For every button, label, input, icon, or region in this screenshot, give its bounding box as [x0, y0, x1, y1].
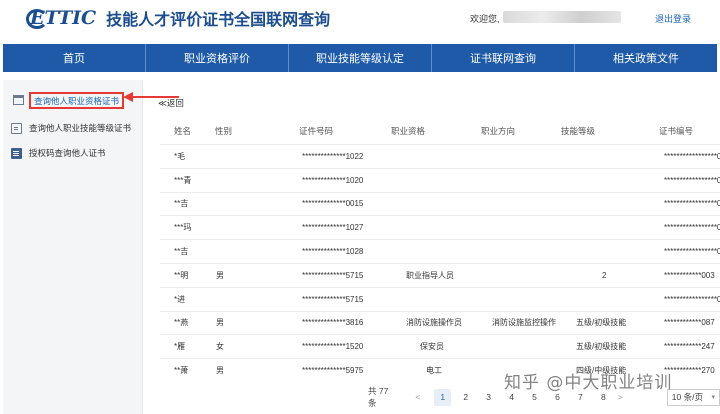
col-certificate-number: 证书编号 [659, 126, 694, 136]
chevron-down-icon: ▾ [711, 394, 716, 401]
cell-id-number: **************5715 [302, 294, 364, 304]
cell-id-number: **************0015 [302, 199, 364, 209]
total-count: 共 77 条 [368, 386, 389, 408]
next-page-button[interactable]: > [618, 392, 623, 402]
cell-qualification: 职业指导人员 [406, 270, 454, 280]
cell-id-number: **************1028 [302, 247, 364, 257]
cell-id-number: **************1020 [302, 175, 364, 185]
welcome-text: 欢迎您, [470, 14, 500, 24]
table-row[interactable]: *进 **************5715 *****************0 [160, 286, 720, 311]
cell-direction: 消防设施监控操作 [492, 318, 556, 328]
table-row[interactable]: **明 男 **************5715 职业指导人员 2 ******… [160, 262, 720, 287]
cell-name: *进 [174, 294, 186, 304]
cell-name: **燕 [174, 318, 189, 328]
cell-name: **吉 [174, 247, 189, 257]
cell-gender: 女 [216, 342, 224, 352]
cell-certificate-number: *****************0 [664, 199, 720, 209]
page-size-value: 10 条/页 [671, 392, 703, 402]
cell-certificate-number: *****************0 [664, 151, 720, 161]
main-nav: 首页 职业资格评价 职业技能等级认定 证书联网查询 相关政策文件 [3, 44, 717, 72]
page-2[interactable]: 2 [457, 389, 474, 406]
col-gender: 性别 [215, 126, 233, 136]
header: ETTIC 技能人才评价证书全国联网查询 欢迎您, 退出登录 [0, 0, 720, 40]
table-row[interactable]: ***青 **************1020 ****************… [160, 167, 720, 192]
page-3[interactable]: 3 [480, 389, 497, 406]
logo-mark: ETTIC [26, 7, 96, 29]
cell-id-number: **************1520 [302, 342, 364, 352]
nav-skill-level-recognition[interactable]: 职业技能等级认定 [289, 44, 432, 72]
col-skill-level: 技能等级 [561, 126, 596, 136]
cell-gender: 男 [216, 270, 224, 280]
sidebar-item-query-qualification[interactable]: 查询他人职业资格证书 [29, 92, 125, 109]
col-id-number: 证件号码 [299, 126, 334, 136]
cell-gender: 男 [216, 318, 224, 328]
col-qualification: 职业资格 [391, 126, 426, 136]
document-icon [11, 147, 22, 159]
nav-home[interactable]: 首页 [3, 44, 146, 72]
table-row[interactable]: **燕 男 **************3816 消防设施操作员 消防设施监控操… [160, 310, 720, 335]
table-header: 姓名 性别 证件号码 职业资格 职业方向 技能等级 证书编号 [160, 118, 720, 144]
cell-name: **明 [174, 270, 189, 280]
sidebar-item-label: 查询他人职业资格证书 [34, 95, 120, 106]
back-link[interactable]: ≪返回 [158, 97, 184, 109]
prev-page-button[interactable]: < [415, 392, 420, 402]
table-row[interactable]: *雁 女 **************1520 保安员 五级/初级技能 ****… [160, 334, 720, 358]
cell-name: ***玛 [174, 223, 192, 233]
cell-certificate-number: *****************0 [664, 223, 720, 233]
sidebar: 查询他人职业资格证书 查询他人职业技能等级证书 授权码查询他人证书 [3, 80, 143, 414]
cell-qualification: 电工 [426, 366, 442, 376]
sidebar-item-label: 授权码查询他人证书 [29, 148, 106, 158]
nav-qualification-evaluation[interactable]: 职业资格评价 [146, 44, 289, 72]
cell-id-number: **************1027 [302, 223, 364, 233]
cell-certificate-number: *****************0 [664, 294, 720, 304]
logo[interactable]: ETTIC 技能人才评价证书全国联网查询 [26, 6, 331, 30]
cell-gender: 男 [216, 366, 224, 376]
folder-icon [13, 95, 24, 105]
col-direction: 职业方向 [481, 126, 516, 136]
cell-id-number: **************5715 [302, 270, 364, 280]
table-row[interactable]: ***玛 **************1027 ****************… [160, 215, 720, 239]
watermark: 知乎 @中大职业培训 [504, 373, 673, 393]
page-size-select[interactable]: 10 条/页 ▾ [666, 388, 720, 406]
cell-certificate-number: ************247 [664, 342, 715, 352]
nav-certificate-query[interactable]: 证书联网查询 [432, 44, 575, 72]
cell-name: *毛 [174, 151, 186, 161]
sidebar-item-auth-code-query[interactable]: 授权码查询他人证书 [11, 144, 106, 162]
user-name-blurred [503, 11, 621, 23]
site-title: 技能人才评价证书全国联网查询 [106, 10, 331, 29]
cell-certificate-number: *****************0 [664, 247, 720, 257]
table-row[interactable]: **吉 **************0015 *****************… [160, 191, 720, 216]
cell-qualification: 保安员 [420, 342, 444, 352]
cell-certificate-number: ************087 [664, 318, 715, 328]
cell-name: *雁 [174, 342, 186, 352]
table-row[interactable]: **吉 **************1028 *****************… [160, 239, 720, 263]
page-1[interactable]: 1 [434, 388, 452, 406]
nav-policy-documents[interactable]: 相关政策文件 [575, 44, 717, 72]
cell-skill-level: 2 [602, 270, 607, 280]
results-table: 姓名 性别 证件号码 职业资格 职业方向 技能等级 证书编号 *毛 ******… [160, 118, 720, 382]
certificate-icon [11, 122, 22, 134]
cell-name: ***青 [174, 175, 192, 185]
sidebar-item-query-skill-level[interactable]: 查询他人职业技能等级证书 [11, 119, 131, 137]
cell-id-number: **************3816 [302, 318, 364, 328]
cell-skill-level: 五级/初级技能 [576, 318, 627, 328]
cell-id-number: **************1022 [302, 151, 364, 161]
cell-id-number: **************5975 [302, 366, 364, 376]
sidebar-item-label: 查询他人职业技能等级证书 [29, 123, 132, 133]
col-name: 姓名 [174, 126, 192, 136]
cell-skill-level: 五级/初级技能 [576, 342, 627, 352]
table-row[interactable]: *毛 **************1022 *****************0 [160, 144, 720, 168]
cell-qualification: 消防设施操作员 [406, 318, 462, 328]
cell-name: **萧 [174, 366, 189, 376]
cell-name: **吉 [174, 199, 189, 209]
cell-certificate-number: ************003 [664, 270, 715, 280]
cell-certificate-number: *****************0 [664, 175, 720, 185]
logout-link[interactable]: 退出登录 [655, 12, 691, 25]
